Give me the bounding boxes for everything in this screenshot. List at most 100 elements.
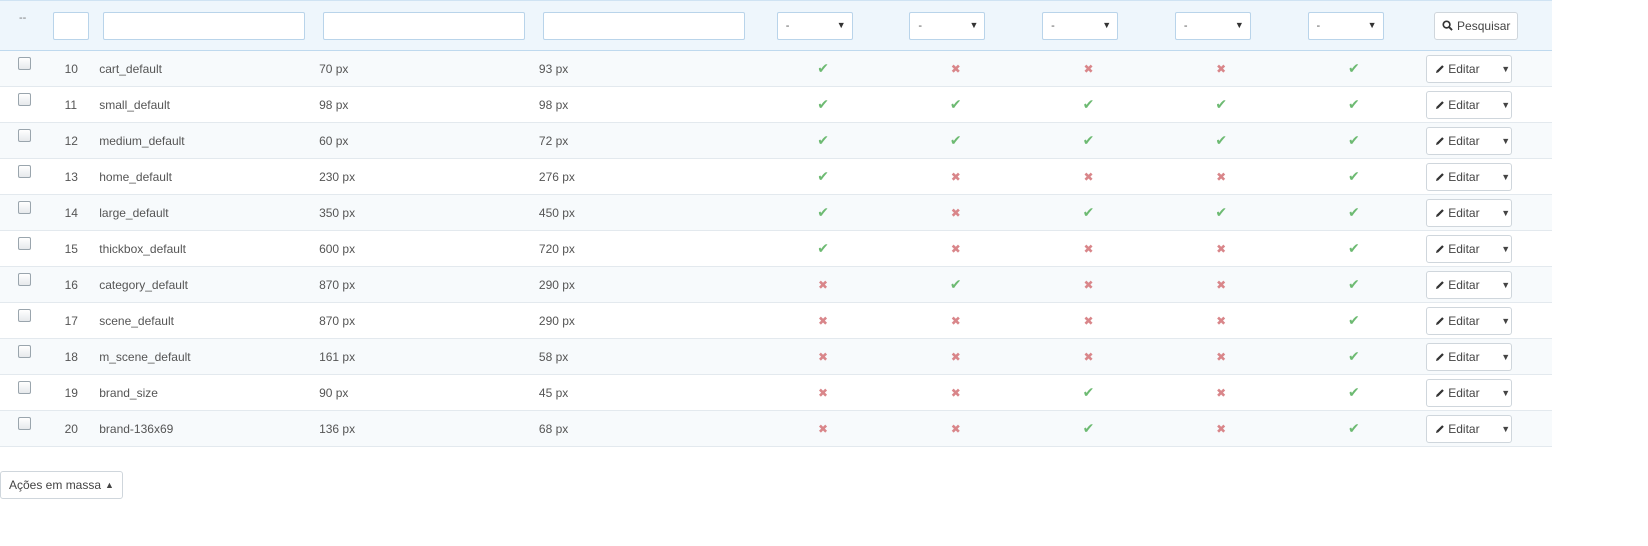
table-row[interactable]: 18 m_scene_default 161 px 58 px ✖ ✖ ✖ ✖ ✔ Editar ▼ xyxy=(0,338,1552,375)
cross-icon[interactable]: ✖ xyxy=(951,314,961,328)
caret-down-icon[interactable]: ▼ xyxy=(1501,172,1510,182)
edit-button-group[interactable]: Editar ▼ xyxy=(1426,54,1513,83)
filter-select-2[interactable]: - ▼ xyxy=(909,11,986,40)
edit-button[interactable]: Editar xyxy=(1427,98,1491,112)
edit-button[interactable]: Editar xyxy=(1427,242,1491,256)
cross-icon[interactable]: ✖ xyxy=(1083,278,1093,292)
row-checkbox[interactable] xyxy=(18,417,31,430)
table-row[interactable]: 20 brand-136x69 136 px 68 px ✖ ✖ ✔ ✖ ✔ Editar ▼ xyxy=(0,410,1552,447)
cross-icon[interactable]: ✖ xyxy=(951,422,961,436)
edit-button-group[interactable]: Editar ▼ xyxy=(1426,198,1513,227)
caret-down-icon[interactable]: ▼ xyxy=(1501,388,1510,398)
filter-name-input[interactable] xyxy=(103,11,306,40)
bulk-actions-button[interactable]: Ações em massa ▲ xyxy=(0,471,123,499)
cross-icon[interactable]: ✖ xyxy=(1083,170,1093,184)
row-checkbox[interactable] xyxy=(18,237,31,250)
check-icon[interactable]: ✔ xyxy=(817,132,829,148)
row-checkbox[interactable] xyxy=(18,165,31,178)
row-checkbox[interactable] xyxy=(18,345,31,358)
row-checkbox[interactable] xyxy=(18,381,31,394)
check-icon[interactable]: ✔ xyxy=(1083,96,1095,112)
edit-button[interactable]: Editar xyxy=(1427,170,1491,184)
cross-icon[interactable]: ✖ xyxy=(951,242,961,256)
edit-button-group[interactable]: Editar ▼ xyxy=(1426,306,1513,335)
check-icon[interactable]: ✔ xyxy=(1348,276,1360,292)
cross-icon[interactable]: ✖ xyxy=(1216,386,1226,400)
check-icon[interactable]: ✔ xyxy=(1215,204,1227,220)
cross-icon[interactable]: ✖ xyxy=(951,386,961,400)
edit-button[interactable]: Editar xyxy=(1427,350,1491,364)
cross-icon[interactable]: ✖ xyxy=(818,386,828,400)
check-icon[interactable]: ✔ xyxy=(1348,384,1360,400)
cross-icon[interactable]: ✖ xyxy=(1083,242,1093,256)
filter-id-input[interactable] xyxy=(52,11,89,40)
caret-down-icon[interactable]: ▼ xyxy=(1501,100,1510,110)
edit-button-group[interactable]: Editar ▼ xyxy=(1426,234,1513,263)
table-row[interactable]: 14 large_default 350 px 450 px ✔ ✖ ✔ ✔ ✔ Editar ▼ xyxy=(0,194,1552,231)
cross-icon[interactable]: ✖ xyxy=(951,170,961,184)
row-checkbox[interactable] xyxy=(18,93,31,106)
cross-icon[interactable]: ✖ xyxy=(951,206,961,220)
table-row[interactable]: 17 scene_default 870 px 290 px ✖ ✖ ✖ ✖ ✔ Editar ▼ xyxy=(0,303,1552,339)
edit-button[interactable]: Editar xyxy=(1427,422,1491,436)
caret-down-icon[interactable]: ▼ xyxy=(1501,424,1510,434)
filter-height-input[interactable] xyxy=(542,11,745,40)
edit-button-group[interactable]: Editar ▼ xyxy=(1426,378,1513,407)
check-icon[interactable]: ✔ xyxy=(1348,348,1360,364)
caret-down-icon[interactable]: ▼ xyxy=(1501,352,1510,362)
edit-button[interactable]: Editar xyxy=(1427,386,1491,400)
check-icon[interactable]: ✔ xyxy=(1215,96,1227,112)
caret-down-icon[interactable]: ▼ xyxy=(1501,280,1510,290)
caret-down-icon[interactable]: ▼ xyxy=(1501,136,1510,146)
edit-button[interactable]: Editar xyxy=(1427,62,1491,76)
check-icon[interactable]: ✔ xyxy=(1083,204,1095,220)
check-icon[interactable]: ✔ xyxy=(1348,312,1360,328)
check-icon[interactable]: ✔ xyxy=(950,96,962,112)
caret-down-icon[interactable]: ▼ xyxy=(1501,64,1510,74)
edit-button-group[interactable]: Editar ▼ xyxy=(1426,90,1513,119)
check-icon[interactable]: ✔ xyxy=(1083,384,1095,400)
table-row[interactable]: 12 medium_default 60 px 72 px ✔ ✔ ✔ ✔ ✔ Editar ▼ xyxy=(0,122,1552,159)
check-icon[interactable]: ✔ xyxy=(1348,132,1360,148)
row-checkbox[interactable] xyxy=(18,57,31,70)
cross-icon[interactable]: ✖ xyxy=(1216,62,1226,76)
edit-button[interactable]: Editar xyxy=(1427,278,1491,292)
check-icon[interactable]: ✔ xyxy=(817,240,829,256)
filter-select-4[interactable]: - ▼ xyxy=(1174,11,1251,40)
cross-icon[interactable]: ✖ xyxy=(1216,314,1226,328)
cross-icon[interactable]: ✖ xyxy=(818,350,828,364)
edit-button-group[interactable]: Editar ▼ xyxy=(1426,126,1513,155)
edit-button-group[interactable]: Editar ▼ xyxy=(1426,162,1513,191)
cross-icon[interactable]: ✖ xyxy=(1216,278,1226,292)
filter-select-3[interactable]: - ▼ xyxy=(1042,11,1119,40)
table-row[interactable]: 15 thickbox_default 600 px 720 px ✔ ✖ ✖ ✖ ✔ Edita… xyxy=(0,231,1552,267)
cross-icon[interactable]: ✖ xyxy=(818,278,828,292)
check-icon[interactable]: ✔ xyxy=(1348,420,1360,436)
edit-button-group[interactable]: Editar ▼ xyxy=(1426,270,1513,299)
cross-icon[interactable]: ✖ xyxy=(818,422,828,436)
filter-select-1[interactable]: - ▼ xyxy=(776,11,853,40)
table-row[interactable]: 13 home_default 230 px 276 px ✔ ✖ ✖ ✖ ✔ Editar ▼ xyxy=(0,159,1552,195)
check-icon[interactable]: ✔ xyxy=(1348,168,1360,184)
edit-button-group[interactable]: Editar ▼ xyxy=(1426,342,1513,371)
edit-button[interactable]: Editar xyxy=(1427,206,1491,220)
table-row[interactable]: 19 brand_size 90 px 45 px ✖ ✖ ✔ ✖ ✔ Editar ▼ xyxy=(0,375,1552,411)
cross-icon[interactable]: ✖ xyxy=(1216,170,1226,184)
table-row[interactable]: 10 cart_default 70 px 93 px ✔ ✖ ✖ ✖ ✔ Editar ▼ xyxy=(0,50,1552,87)
caret-down-icon[interactable]: ▼ xyxy=(1501,316,1510,326)
check-icon[interactable]: ✔ xyxy=(950,276,962,292)
cross-icon[interactable]: ✖ xyxy=(951,350,961,364)
table-row[interactable]: 11 small_default 98 px 98 px ✔ ✔ ✔ ✔ ✔ Editar ▼ xyxy=(0,87,1552,123)
row-checkbox[interactable] xyxy=(18,129,31,142)
cross-icon[interactable]: ✖ xyxy=(1083,314,1093,328)
edit-button-group[interactable]: Editar ▼ xyxy=(1426,414,1513,443)
filter-select-5[interactable]: - ▼ xyxy=(1307,11,1384,40)
check-icon[interactable]: ✔ xyxy=(817,60,829,76)
check-icon[interactable]: ✔ xyxy=(1215,132,1227,148)
cross-icon[interactable]: ✖ xyxy=(1216,350,1226,364)
cross-icon[interactable]: ✖ xyxy=(1216,242,1226,256)
cross-icon[interactable]: ✖ xyxy=(951,62,961,76)
row-checkbox[interactable] xyxy=(18,273,31,286)
check-icon[interactable]: ✔ xyxy=(1348,204,1360,220)
caret-down-icon[interactable]: ▼ xyxy=(1501,244,1510,254)
